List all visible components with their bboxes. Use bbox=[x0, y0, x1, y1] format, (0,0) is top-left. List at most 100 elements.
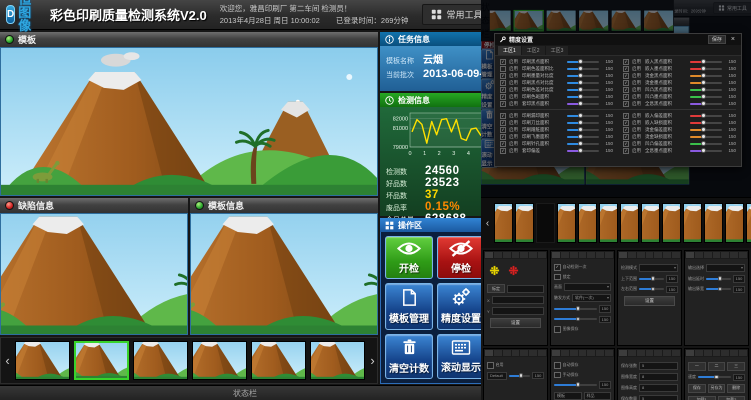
slider-knob[interactable] bbox=[701, 101, 706, 106]
slider-track[interactable] bbox=[690, 115, 722, 117]
thumbnail[interactable] bbox=[599, 203, 618, 243]
清空计数-button[interactable]: 清空计数 bbox=[385, 334, 433, 379]
panel-tab[interactable] bbox=[713, 252, 721, 258]
slider-knob[interactable] bbox=[701, 120, 706, 125]
精度设置-button[interactable]: 精度设置 bbox=[437, 283, 485, 329]
text-field[interactable]: 样品 bbox=[584, 392, 612, 400]
panel-tab[interactable] bbox=[721, 252, 729, 258]
slider-knob[interactable] bbox=[718, 287, 723, 292]
slider-knob[interactable] bbox=[701, 73, 706, 78]
panel-tab[interactable] bbox=[721, 350, 729, 356]
slider-track[interactable] bbox=[690, 75, 722, 77]
panel-tab[interactable] bbox=[503, 350, 511, 356]
slider-knob[interactable] bbox=[718, 276, 723, 281]
slider-track[interactable] bbox=[698, 376, 731, 378]
panel-tab[interactable] bbox=[730, 252, 738, 258]
checkbox[interactable] bbox=[554, 372, 561, 379]
slider-knob[interactable] bbox=[701, 134, 706, 139]
slider-track[interactable] bbox=[639, 288, 664, 290]
panel-tab[interactable] bbox=[619, 350, 627, 356]
settings-strip-prev-arrow[interactable]: ‹ bbox=[483, 218, 492, 229]
panel-tab[interactable] bbox=[485, 252, 493, 258]
slider-knob[interactable] bbox=[578, 59, 583, 64]
text-field[interactable]: Default bbox=[487, 372, 507, 380]
slider-knob[interactable] bbox=[578, 80, 583, 85]
panel-tab[interactable] bbox=[512, 350, 520, 356]
slider-knob[interactable] bbox=[701, 59, 706, 64]
checkbox[interactable]: ✓ bbox=[500, 141, 506, 147]
thumbnail[interactable] bbox=[251, 341, 306, 380]
slider-track[interactable] bbox=[554, 384, 597, 386]
slider-knob[interactable] bbox=[578, 120, 583, 125]
slider-track[interactable] bbox=[567, 115, 599, 117]
模板管理-button[interactable]: 模板管理 bbox=[385, 283, 433, 329]
slider-track[interactable] bbox=[690, 82, 722, 84]
panel-tab[interactable] bbox=[637, 350, 645, 356]
slider-knob[interactable] bbox=[576, 306, 581, 311]
checkbox[interactable]: ✓ bbox=[623, 66, 629, 72]
panel-tab[interactable] bbox=[579, 252, 587, 258]
thumbnail[interactable] bbox=[704, 203, 723, 243]
checkbox[interactable]: ✓ bbox=[500, 101, 506, 107]
small-button[interactable]: 保存 bbox=[688, 384, 706, 393]
slider-track[interactable] bbox=[567, 122, 599, 124]
停检-button[interactable]: 停检 bbox=[437, 236, 485, 279]
thumbnail[interactable] bbox=[192, 341, 247, 380]
panel-tab[interactable] bbox=[596, 350, 604, 356]
slider-track[interactable] bbox=[706, 288, 731, 290]
checkbox[interactable]: ✓ bbox=[623, 148, 629, 154]
slider-knob[interactable] bbox=[578, 73, 583, 78]
text-input[interactable]: 5 bbox=[639, 395, 678, 400]
thumbnail[interactable] bbox=[536, 203, 555, 243]
slider-track[interactable] bbox=[690, 61, 722, 63]
slider-track[interactable] bbox=[567, 150, 599, 152]
small-button[interactable]: 加载2 bbox=[718, 396, 746, 400]
text-field[interactable]: 模板 bbox=[554, 392, 582, 400]
thumbnail[interactable] bbox=[725, 203, 744, 243]
panel-tab[interactable] bbox=[713, 350, 721, 356]
slider-knob[interactable] bbox=[578, 101, 583, 106]
slider-track[interactable] bbox=[690, 129, 722, 131]
slider-track[interactable] bbox=[690, 143, 722, 145]
开检-button[interactable]: 开检 bbox=[385, 236, 433, 279]
panel-tab[interactable] bbox=[538, 350, 546, 356]
checkbox[interactable]: ✓ bbox=[623, 80, 629, 86]
slider-knob[interactable] bbox=[578, 127, 583, 132]
slider-knob[interactable] bbox=[701, 148, 706, 153]
panel-tab[interactable] bbox=[628, 252, 636, 258]
panel-tab[interactable] bbox=[605, 350, 613, 356]
slider-knob[interactable] bbox=[701, 80, 706, 85]
slider-knob[interactable] bbox=[578, 134, 583, 139]
dropdown[interactable]: ▾ bbox=[639, 264, 678, 272]
checkbox[interactable]: ✓ bbox=[623, 94, 629, 100]
thumbnail[interactable] bbox=[74, 341, 129, 380]
panel-tab[interactable] bbox=[605, 252, 613, 258]
slider-knob[interactable] bbox=[578, 148, 583, 153]
panel-tab[interactable] bbox=[646, 350, 654, 356]
dropdown[interactable]: ▾ bbox=[564, 283, 611, 291]
slider-knob[interactable] bbox=[578, 141, 583, 146]
panel-tab[interactable] bbox=[512, 252, 520, 258]
slider-track[interactable] bbox=[554, 308, 597, 310]
slider-track[interactable] bbox=[567, 61, 599, 63]
checkbox[interactable]: ✓ bbox=[500, 113, 506, 119]
checkbox[interactable]: ✓ bbox=[500, 148, 506, 154]
slider-knob[interactable] bbox=[714, 375, 719, 380]
panel-tab[interactable] bbox=[552, 350, 560, 356]
dropdown[interactable]: ▾ bbox=[706, 264, 745, 272]
panel-tab[interactable] bbox=[686, 252, 694, 258]
panel-tab[interactable] bbox=[672, 350, 680, 356]
slider-track[interactable] bbox=[567, 136, 599, 138]
checkbox[interactable]: ✓ bbox=[623, 101, 629, 107]
slider-knob[interactable] bbox=[578, 113, 583, 118]
dialog-tab[interactable]: 工区1 bbox=[498, 46, 521, 55]
checkbox[interactable]: ✓ bbox=[500, 120, 506, 126]
checkbox[interactable]: ✓ bbox=[623, 120, 629, 126]
thumbnail[interactable] bbox=[15, 341, 70, 380]
thumbnail[interactable] bbox=[641, 203, 660, 243]
thumbnail[interactable] bbox=[515, 203, 534, 243]
thumbnail[interactable] bbox=[133, 341, 188, 380]
slider-track[interactable] bbox=[567, 68, 599, 70]
panel-tab[interactable] bbox=[672, 252, 680, 258]
panel-tab[interactable] bbox=[739, 350, 747, 356]
